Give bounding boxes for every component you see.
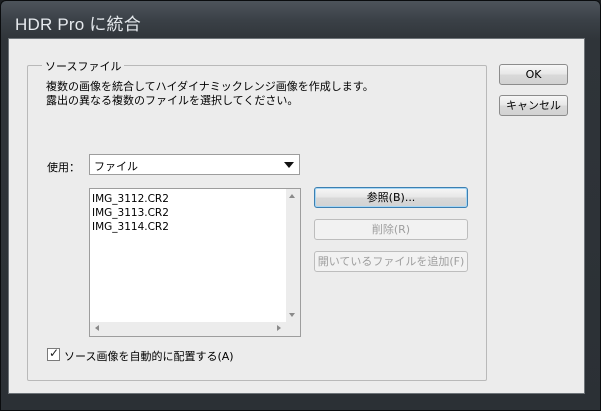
use-label: 使用：	[47, 161, 80, 174]
chevron-down-icon	[284, 162, 294, 168]
file-list[interactable]: IMG_3112.CR2 IMG_3113.CR2 IMG_3114.CR2	[89, 188, 301, 337]
use-dropdown[interactable]: ファイル	[89, 154, 300, 175]
scrollbar-corner	[286, 322, 300, 336]
checkmark-icon: ✓	[49, 346, 60, 360]
source-files-description: 複数の画像を統合してハイダイナミックレンジ画像を作成します。露出の異なる複数のフ…	[46, 80, 374, 107]
remove-button[interactable]: 削除(R)	[314, 219, 468, 240]
list-item[interactable]: IMG_3113.CR2	[92, 206, 169, 220]
use-dropdown-value: ファイル	[94, 160, 138, 173]
list-item[interactable]: IMG_3114.CR2	[92, 220, 169, 234]
scroll-down-icon[interactable]	[289, 313, 295, 317]
window-title: HDR Pro に統合	[15, 15, 141, 34]
scroll-up-icon[interactable]	[289, 194, 295, 198]
browse-button[interactable]: 参照(B)...	[314, 187, 468, 208]
ok-button[interactable]: OK	[499, 64, 568, 85]
list-item[interactable]: IMG_3112.CR2	[92, 192, 169, 206]
cancel-button[interactable]: キャンセル	[499, 95, 568, 116]
horizontal-scrollbar[interactable]	[90, 322, 286, 336]
scroll-left-icon[interactable]	[95, 325, 99, 331]
vertical-scrollbar[interactable]	[286, 189, 300, 322]
source-files-legend: ソースファイル	[42, 58, 125, 74]
auto-align-label[interactable]: ソース画像を自動的に配置する(A)	[64, 348, 234, 364]
scroll-right-icon[interactable]	[277, 325, 281, 331]
title-bar[interactable]: HDR Pro に統合	[9, 7, 592, 35]
auto-align-checkbox[interactable]: ✓	[47, 346, 60, 361]
add-open-files-button[interactable]: 開いているファイルを追加(F)	[314, 251, 468, 272]
